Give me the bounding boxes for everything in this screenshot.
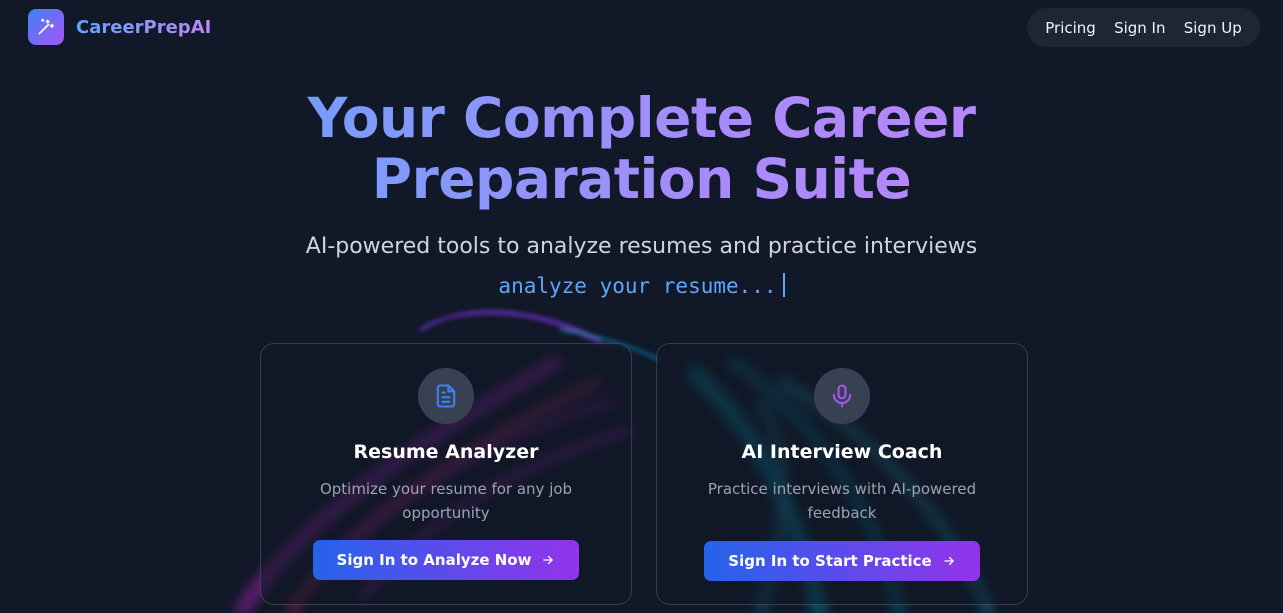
microphone-icon	[814, 368, 870, 424]
document-icon	[418, 368, 474, 424]
magic-wand-icon	[28, 9, 64, 45]
nav-sign-up-link[interactable]: Sign Up	[1184, 19, 1242, 37]
card-title: AI Interview Coach	[741, 441, 943, 463]
start-practice-button[interactable]: Sign In to Start Practice	[704, 541, 980, 581]
button-label: Sign In to Analyze Now	[336, 551, 532, 569]
top-nav: Pricing Sign In Sign Up	[1027, 8, 1260, 47]
button-label: Sign In to Start Practice	[728, 552, 932, 570]
hero-subtitle: AI-powered tools to analyze resumes and …	[305, 234, 978, 259]
resume-analyzer-card: Resume Analyzer Optimize your resume for…	[260, 343, 632, 605]
hero-title-line-2: Preparation Suite	[0, 149, 1283, 210]
arrow-right-icon	[543, 555, 554, 565]
landing-page: CareerPrepAI Pricing Sign In Sign Up You…	[0, 0, 1283, 613]
arrow-right-icon	[943, 556, 954, 566]
nav-sign-in-link[interactable]: Sign In	[1114, 19, 1165, 37]
brand-name: CareerPrepAI	[76, 16, 212, 38]
card-title: Resume Analyzer	[353, 441, 539, 463]
typing-text: analyze your resume...	[0, 273, 1283, 298]
typing-cursor	[782, 273, 785, 297]
typing-text-value: analyze your resume...	[498, 274, 777, 298]
card-description: Optimize your resume for any job opportu…	[319, 480, 573, 522]
hero-title-line-1: Your Complete Career	[0, 88, 1283, 149]
analyze-now-button[interactable]: Sign In to Analyze Now	[312, 540, 580, 580]
card-description: Practice interviews with AI-powered feed…	[707, 480, 977, 522]
brand-logo[interactable]: CareerPrepAI	[28, 9, 211, 45]
interview-coach-card: AI Interview Coach Practice interviews w…	[656, 343, 1028, 605]
hero-title: Your Complete Career Preparation Suite	[0, 88, 1283, 210]
nav-pricing-link[interactable]: Pricing	[1045, 19, 1096, 37]
